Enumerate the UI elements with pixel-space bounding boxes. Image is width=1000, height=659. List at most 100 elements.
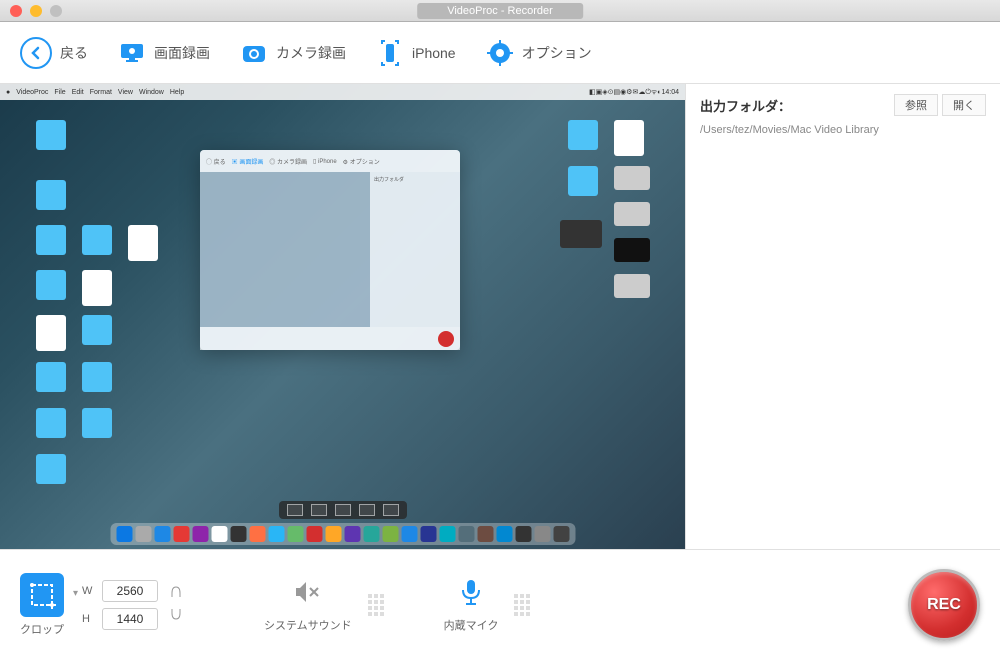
nested-bottombar	[200, 327, 460, 350]
maximize-window-icon[interactable]	[50, 5, 62, 17]
desktop-img-icon	[560, 220, 602, 248]
camera-record-label: カメラ録画	[276, 43, 346, 63]
dock-app-icon	[306, 526, 322, 542]
output-folder-path: /Users/tez/Movies/Mac Video Library	[700, 124, 986, 136]
overlay-btn-icon	[287, 504, 303, 516]
crop-icon: ▾	[20, 573, 64, 617]
titlebar: VideoProc - Recorder	[0, 0, 1000, 22]
options-button[interactable]: オプション	[486, 39, 592, 67]
dock-app-icon	[192, 526, 208, 542]
monitor-icon	[118, 39, 146, 67]
desktop-folder-icon	[82, 315, 112, 345]
desktop-folder-icon	[82, 225, 112, 255]
overlay-btn-icon	[359, 504, 375, 516]
main-area: ●VideoProcFileEditFormatViewWindowHelp ◧…	[0, 84, 1000, 549]
browse-button[interactable]: 参照	[894, 94, 938, 116]
dock-app-icon	[439, 526, 455, 542]
desktop-doc-icon	[614, 120, 644, 156]
height-input[interactable]	[102, 608, 158, 630]
microphone-level-meter	[514, 594, 530, 616]
desktop-folder-icon	[36, 180, 66, 210]
dock-app-icon	[230, 526, 246, 542]
options-label: オプション	[522, 43, 592, 63]
dock-app-icon	[553, 526, 569, 542]
screen-record-button[interactable]: 画面録画	[118, 39, 210, 67]
iphone-button[interactable]: iPhone	[376, 39, 456, 67]
nested-sidebar: 出力フォルダ	[370, 172, 460, 327]
desktop-folder-icon	[36, 362, 66, 392]
dimensions-group: W H	[82, 580, 158, 630]
desktop-doc-icon	[128, 225, 158, 261]
microphone-icon	[455, 576, 487, 613]
sidebar: 出力フォルダ： 参照 開く /Users/tez/Movies/Mac Vide…	[685, 84, 1000, 549]
crop-label: クロップ	[20, 621, 64, 637]
dock-app-icon	[325, 526, 341, 542]
record-button[interactable]: REC	[908, 569, 980, 641]
iphone-label: iPhone	[412, 45, 456, 61]
preview-pane[interactable]: ●VideoProcFileEditFormatViewWindowHelp ◧…	[0, 84, 685, 549]
traffic-lights	[0, 5, 62, 17]
desktop-folder-icon	[568, 120, 598, 150]
width-input[interactable]	[102, 580, 158, 602]
overlay-btn-icon	[311, 504, 327, 516]
speaker-muted-icon	[292, 576, 324, 613]
system-sound-button[interactable]: システムサウンド	[264, 576, 352, 633]
back-label: 戻る	[60, 43, 88, 63]
dock-app-icon	[249, 526, 265, 542]
desktop-folder-icon	[36, 120, 66, 150]
preview-desktop: ◯ 戻る▣ 画面録画◎ カメラ録画▯ iPhone⚙ オプション 出力フォルダ	[0, 100, 685, 549]
crop-button[interactable]: ▾ クロップ	[20, 573, 64, 637]
desktop-img-icon	[614, 238, 650, 262]
output-folder-title: 出力フォルダ：	[700, 96, 894, 115]
desktop-img-icon	[614, 274, 650, 298]
preview-controls-overlay	[279, 501, 407, 519]
dock-app-icon	[496, 526, 512, 542]
window-title: VideoProc - Recorder	[417, 3, 583, 19]
dock-app-icon	[458, 526, 474, 542]
nested-body: 出力フォルダ	[200, 172, 460, 327]
bottombar: ▾ クロップ W H システムサウンド	[0, 549, 1000, 659]
desktop-folder-icon	[36, 454, 66, 484]
back-arrow-icon	[20, 37, 52, 69]
gear-icon	[486, 39, 514, 67]
camera-icon	[240, 39, 268, 67]
system-sound-level-meter	[368, 594, 384, 616]
microphone-button[interactable]: 内蔵マイク	[444, 576, 499, 633]
minimize-window-icon[interactable]	[30, 5, 42, 17]
dock-app-icon	[420, 526, 436, 542]
dock-app-icon	[173, 526, 189, 542]
dock-app-icon	[116, 526, 132, 542]
desktop-folder-icon	[568, 166, 598, 196]
link-aspect-icon[interactable]	[170, 583, 182, 626]
microphone-label: 内蔵マイク	[444, 617, 499, 633]
nested-preview	[200, 172, 370, 327]
height-label: H	[82, 613, 96, 625]
dock-app-icon	[268, 526, 284, 542]
close-window-icon[interactable]	[10, 5, 22, 17]
desktop-doc-icon	[36, 315, 66, 351]
nested-recorder-window: ◯ 戻る▣ 画面録画◎ カメラ録画▯ iPhone⚙ オプション 出力フォルダ	[200, 150, 460, 350]
overlay-btn-icon	[335, 504, 351, 516]
desktop-folder-icon	[82, 408, 112, 438]
back-button[interactable]: 戻る	[20, 37, 88, 69]
dock-app-icon	[382, 526, 398, 542]
open-button[interactable]: 開く	[942, 94, 986, 116]
desktop-folder-icon	[36, 225, 66, 255]
desktop-doc-icon	[82, 270, 112, 306]
dock-app-icon	[477, 526, 493, 542]
record-label: REC	[927, 596, 961, 614]
camera-record-button[interactable]: カメラ録画	[240, 39, 346, 67]
preview-dock	[110, 523, 575, 545]
desktop-folder-icon	[82, 362, 112, 392]
iphone-icon	[376, 39, 404, 67]
nested-rec-icon	[438, 331, 454, 347]
screen-record-label: 画面録画	[154, 43, 210, 63]
desktop-folder-icon	[36, 408, 66, 438]
dock-app-icon	[211, 526, 227, 542]
dock-app-icon	[344, 526, 360, 542]
chevron-down-icon: ▾	[73, 588, 78, 599]
desktop-folder-icon	[36, 270, 66, 300]
dock-app-icon	[135, 526, 151, 542]
dock-app-icon	[401, 526, 417, 542]
desktop-img-icon	[614, 166, 650, 190]
